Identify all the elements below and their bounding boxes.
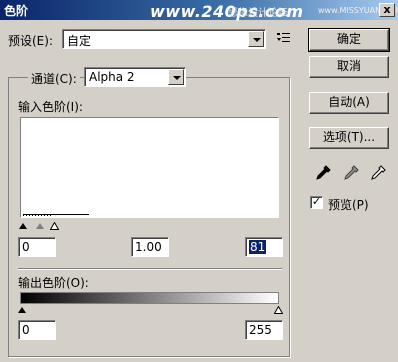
input-white-field[interactable]: 81 xyxy=(245,237,283,257)
window-title: 色阶 xyxy=(4,4,29,18)
output-white-slider[interactable] xyxy=(274,306,283,314)
output-black-slider[interactable] xyxy=(18,307,26,313)
output-gradient xyxy=(20,292,279,304)
preview-label: 预览(P) xyxy=(328,198,369,212)
ok-button[interactable]: 确定 xyxy=(308,28,390,52)
output-black-field[interactable]: 0 xyxy=(18,320,56,340)
input-gamma-field[interactable]: 1.00 xyxy=(131,237,169,257)
input-levels-label: 输入色阶(I): xyxy=(18,100,83,114)
check-icon: ✓ xyxy=(311,195,322,208)
auto-button[interactable]: 自动(A) xyxy=(309,92,389,114)
histogram xyxy=(20,117,279,218)
close-button[interactable]: x xyxy=(379,3,395,17)
white-eyedropper-icon[interactable] xyxy=(369,164,387,182)
input-white-slider[interactable] xyxy=(50,222,59,230)
options-button[interactable]: 选项(T)... xyxy=(309,127,389,149)
separator xyxy=(18,268,282,270)
channel-value: Alpha 2 xyxy=(89,70,135,84)
title-bar: 色阶 www.240ps.com 思缘设计论坛 www.MISSYUAN.COM… xyxy=(0,0,398,21)
input-white-value: 81 xyxy=(249,240,267,254)
watermark-2: 思缘设计论坛 xyxy=(228,8,288,19)
presets-menu-icon[interactable] xyxy=(276,31,292,45)
input-gamma-slider[interactable] xyxy=(36,223,44,229)
chevron-down-icon[interactable] xyxy=(248,31,264,47)
close-icon: x xyxy=(383,3,391,16)
channel-select[interactable]: Alpha 2 xyxy=(84,67,186,87)
preset-select[interactable]: 自定 xyxy=(62,29,266,49)
channel-label: 通道(C): xyxy=(28,70,80,87)
preset-label: 预设(E): xyxy=(8,34,53,48)
histogram-baseline xyxy=(23,214,89,215)
black-eyedropper-icon[interactable] xyxy=(314,164,332,182)
output-levels-label: 输出色阶(O): xyxy=(18,276,89,290)
cancel-button[interactable]: 取消 xyxy=(309,56,389,78)
output-white-field[interactable]: 255 xyxy=(245,320,283,340)
input-black-slider[interactable] xyxy=(19,223,27,229)
input-black-field[interactable]: 0 xyxy=(18,237,56,257)
preset-value: 自定 xyxy=(67,34,92,48)
chevron-down-icon[interactable] xyxy=(168,69,184,85)
gray-eyedropper-icon[interactable] xyxy=(342,164,360,182)
preview-checkbox[interactable]: ✓ xyxy=(310,196,323,209)
